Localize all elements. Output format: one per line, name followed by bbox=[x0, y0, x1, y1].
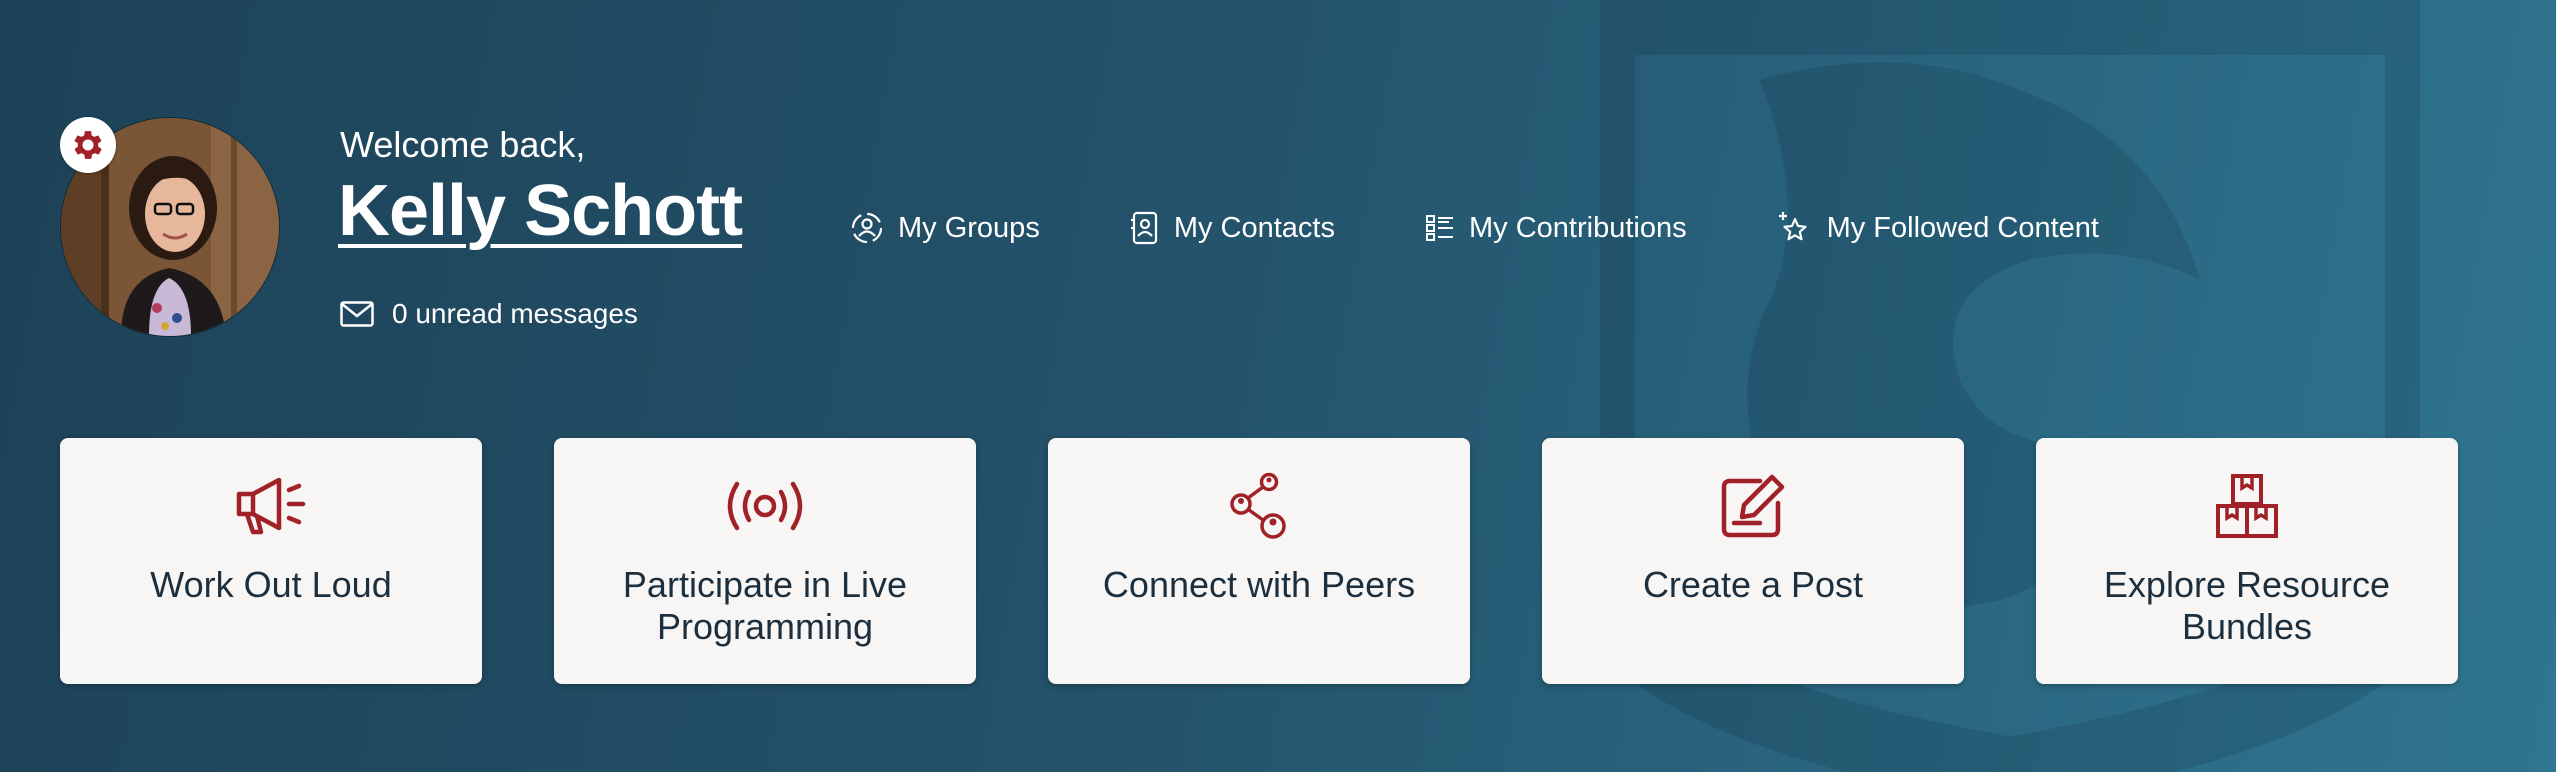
edit-post-icon bbox=[1721, 474, 1785, 538]
megaphone-icon bbox=[236, 477, 306, 535]
card-live-programming[interactable]: Participate in Live Programming bbox=[554, 438, 976, 684]
unread-messages-link[interactable]: 0 unread messages bbox=[340, 298, 638, 330]
followed-star-icon bbox=[1778, 212, 1807, 241]
groups-icon bbox=[851, 212, 883, 244]
card-work-out-loud[interactable]: Work Out Loud bbox=[60, 438, 482, 684]
quick-link-label: My Followed Content bbox=[1826, 211, 2099, 244]
broadcast-icon bbox=[727, 481, 803, 531]
gear-icon bbox=[74, 131, 102, 159]
card-label: Explore Resource Bundles bbox=[2103, 564, 2391, 647]
card-connect-with-peers[interactable]: Connect with Peers bbox=[1048, 438, 1470, 684]
boxes-icon bbox=[2216, 474, 2278, 538]
user-name-link[interactable]: Kelly Schott bbox=[338, 170, 743, 252]
profile-avatar-wrapper bbox=[60, 117, 280, 337]
card-label: Work Out Loud bbox=[150, 564, 392, 605]
quick-link-label: My Contacts bbox=[1173, 211, 1335, 244]
quick-links-nav: My Groups My Contacts My Contributions M… bbox=[850, 210, 2189, 246]
contributions-icon bbox=[1426, 215, 1453, 241]
welcome-text: Welcome back, bbox=[340, 124, 586, 165]
quick-link-my-contributions[interactable]: My Contributions bbox=[1425, 212, 1687, 245]
profile-settings-button[interactable] bbox=[60, 117, 116, 173]
quick-link-label: My Contributions bbox=[1469, 211, 1687, 244]
action-cards: Work Out Loud Participate in Live Progra… bbox=[60, 438, 2458, 684]
envelope-icon bbox=[340, 301, 374, 327]
card-explore-resource-bundles[interactable]: Explore Resource Bundles bbox=[2036, 438, 2458, 684]
quick-link-my-contacts[interactable]: My Contacts bbox=[1130, 211, 1335, 245]
card-create-a-post[interactable]: Create a Post bbox=[1542, 438, 1964, 684]
quick-link-my-groups[interactable]: My Groups bbox=[850, 211, 1040, 245]
card-label: Connect with Peers bbox=[1102, 564, 1416, 605]
quick-link-label: My Groups bbox=[898, 211, 1040, 244]
card-label: Participate in Live Programming bbox=[622, 564, 908, 647]
card-label: Create a Post bbox=[1642, 564, 1864, 605]
network-icon bbox=[1230, 472, 1286, 539]
contacts-icon bbox=[1130, 211, 1157, 245]
unread-messages-label: 0 unread messages bbox=[392, 298, 638, 329]
quick-link-my-followed-content[interactable]: My Followed Content bbox=[1777, 210, 2099, 246]
